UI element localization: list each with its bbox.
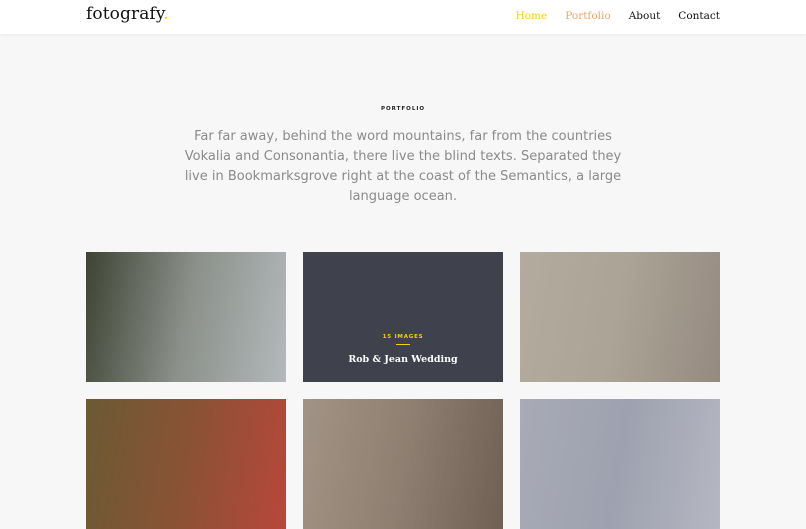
portfolio-tile[interactable] [520, 252, 720, 382]
tile-image-count: 15 IMAGES [382, 334, 424, 340]
portfolio-tile[interactable] [303, 399, 503, 529]
portfolio-tile[interactable] [86, 399, 286, 529]
brand-name: fotografy [86, 4, 164, 24]
nav-portfolio-link[interactable]: Portfolio [565, 10, 610, 22]
nav-contact-link[interactable]: Contact [678, 10, 720, 22]
section-label: PORTFOLIO [380, 106, 426, 112]
tile-title: Rob & Jean Wedding [348, 354, 458, 365]
nav-about-link[interactable]: About [629, 10, 661, 22]
portfolio-grid: 15 IMAGES Rob & Jean Wedding [86, 252, 720, 529]
portfolio-tile[interactable] [86, 252, 286, 382]
top-navbar: fotografy. Home Portfolio About Contact [0, 0, 806, 34]
brand-dot: . [163, 4, 169, 24]
portfolio-tile-rob-jean-wedding[interactable]: 15 IMAGES Rob & Jean Wedding [303, 252, 503, 382]
nav-home-link[interactable]: Home [516, 10, 548, 22]
portfolio-intro-text: Far far away, behind the word mountains,… [184, 129, 622, 204]
portfolio-tile[interactable] [520, 399, 720, 529]
main-nav: Home Portfolio About Contact [516, 10, 720, 22]
brand-logo[interactable]: fotografy. [86, 4, 169, 24]
tile-hover-overlay: 15 IMAGES Rob & Jean Wedding [303, 252, 503, 382]
tile-divider [396, 344, 410, 345]
